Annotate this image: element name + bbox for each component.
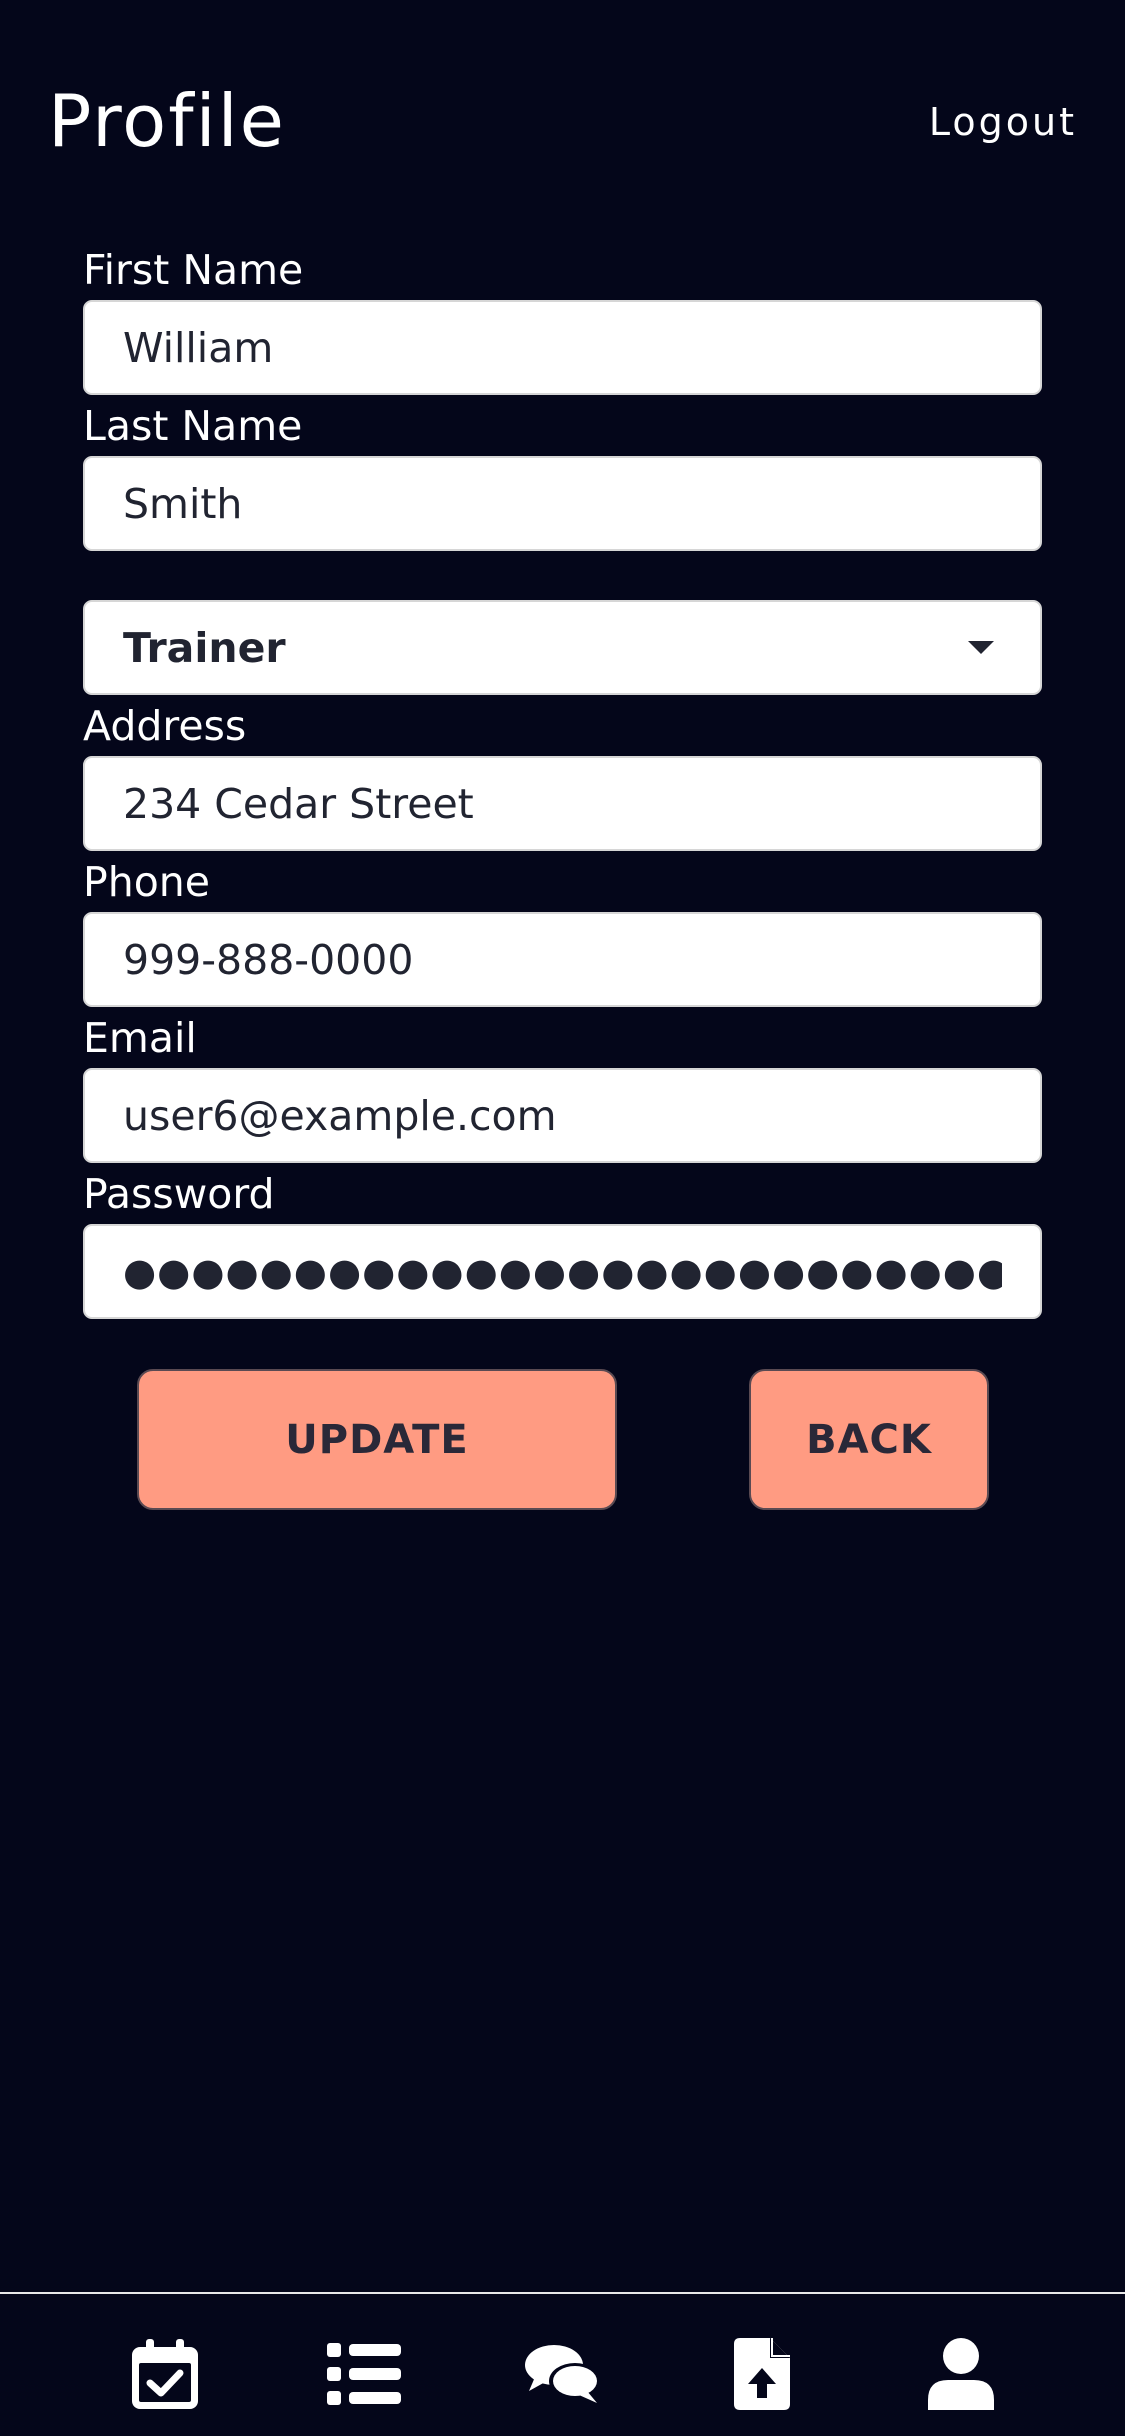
page-title: Profile bbox=[48, 79, 286, 163]
tab-chat[interactable] bbox=[523, 2334, 603, 2414]
first-name-field[interactable]: William bbox=[83, 300, 1042, 395]
email-label: Email bbox=[83, 1014, 197, 1062]
last-name-value: Smith bbox=[123, 479, 243, 528]
password-value: ●●●●●●●●●●●●●●●●●●●●●●●●●●●●●●●●●●●●●●●●… bbox=[123, 1249, 1002, 1294]
first-name-value: William bbox=[123, 323, 274, 372]
tab-profile[interactable] bbox=[921, 2334, 1001, 2414]
phone-label: Phone bbox=[83, 858, 211, 906]
password-label: Password bbox=[83, 1170, 275, 1218]
phone-field[interactable]: 999-888-0000 bbox=[83, 912, 1042, 1007]
logout-link[interactable]: Logout bbox=[929, 98, 1077, 146]
comments-icon bbox=[525, 2345, 601, 2403]
file-upload-icon bbox=[734, 2338, 790, 2410]
address-label: Address bbox=[83, 702, 247, 750]
bottom-tab-bar bbox=[0, 2292, 1125, 2436]
role-select-value: Trainer bbox=[123, 623, 286, 672]
update-button[interactable]: UPDATE bbox=[137, 1369, 617, 1510]
user-icon bbox=[928, 2338, 994, 2410]
tab-list[interactable] bbox=[324, 2334, 404, 2414]
address-value: 234 Cedar Street bbox=[123, 779, 474, 828]
tab-calendar[interactable] bbox=[125, 2334, 205, 2414]
list-icon bbox=[327, 2343, 401, 2405]
last-name-field[interactable]: Smith bbox=[83, 456, 1042, 551]
role-select[interactable]: Trainer bbox=[83, 600, 1042, 695]
caret-down-icon bbox=[968, 641, 994, 654]
tab-upload[interactable] bbox=[722, 2334, 802, 2414]
address-field[interactable]: 234 Cedar Street bbox=[83, 756, 1042, 851]
phone-value: 999-888-0000 bbox=[123, 935, 414, 984]
first-name-label: First Name bbox=[83, 246, 304, 294]
email-value: user6@example.com bbox=[123, 1091, 557, 1140]
password-field[interactable]: ●●●●●●●●●●●●●●●●●●●●●●●●●●●●●●●●●●●●●●●●… bbox=[83, 1224, 1042, 1319]
last-name-label: Last Name bbox=[83, 402, 303, 450]
back-button[interactable]: BACK bbox=[749, 1369, 989, 1510]
email-field[interactable]: user6@example.com bbox=[83, 1068, 1042, 1163]
calendar-check-icon bbox=[132, 2339, 198, 2409]
